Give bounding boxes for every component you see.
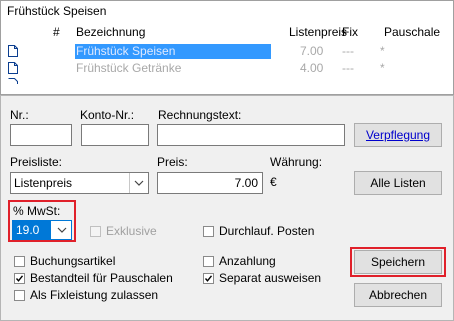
anzahlung-checkbox[interactable]	[203, 256, 214, 267]
row-price: 7.00	[300, 44, 324, 58]
checkmark-icon	[15, 275, 24, 282]
dropdown-button[interactable]	[53, 221, 71, 239]
currency-symbol: €	[270, 175, 277, 189]
row-fix: ---	[342, 61, 354, 75]
list-title: Frühstück Speisen	[7, 4, 107, 18]
row-fix: ---	[342, 44, 354, 58]
durchlauf-label: Durchlauf. Posten	[219, 224, 315, 238]
bestandteil-checkbox[interactable]	[14, 273, 25, 284]
chevron-down-icon	[57, 227, 67, 233]
buchungsartikel-label: Buchungsartikel	[30, 254, 116, 268]
row-pauschale: *	[380, 61, 385, 75]
konto-label: Konto-Nr.:	[80, 108, 135, 122]
mwst-label: % MwSt:	[13, 204, 61, 218]
column-header-pauschale[interactable]: Pauschale	[384, 25, 440, 39]
document-icon	[8, 45, 18, 57]
column-header-listenpreis[interactable]: Listenpreis	[289, 25, 347, 39]
rechnungstext-label: Rechnungstext:	[158, 108, 242, 122]
rechnungstext-field[interactable]	[157, 124, 345, 146]
exklusive-label: Exklusive	[106, 224, 157, 238]
row-pauschale: *	[380, 44, 385, 58]
row-name: Frühstück Getränke	[76, 61, 182, 75]
preis-field[interactable]: 7.00	[157, 172, 263, 194]
verpflegung-button[interactable]: Verpflegung	[354, 123, 442, 147]
column-header-fix[interactable]: Fix	[342, 25, 358, 39]
document-icon	[8, 78, 18, 84]
mwst-select[interactable]: 19.0	[12, 220, 72, 240]
list-row[interactable]: Frühstück Getränke 4.00 --- *	[7, 61, 437, 76]
mwst-value: 19.0	[13, 221, 51, 239]
separat-checkbox[interactable]	[203, 273, 214, 284]
fixleistung-checkbox[interactable]	[14, 290, 25, 301]
checkmark-icon	[204, 275, 213, 282]
row-name-selected: Frühstück Speisen	[75, 44, 271, 59]
list-scrollbar[interactable]	[439, 43, 451, 93]
anzahlung-label: Anzahlung	[219, 254, 276, 268]
abbrechen-button[interactable]: Abbrechen	[354, 283, 442, 307]
verpflegung-label: Verpflegung	[365, 128, 431, 142]
buchungsartikel-checkbox[interactable]	[14, 256, 25, 267]
preis-value: 7.00	[234, 176, 258, 190]
row-price: 4.00	[300, 61, 324, 75]
waehrung-label: Währung:	[270, 155, 323, 169]
column-header-number[interactable]: #	[53, 25, 60, 39]
preisliste-label: Preisliste:	[10, 155, 63, 169]
preis-label: Preis:	[157, 155, 188, 169]
separat-label: Separat ausweisen	[219, 271, 322, 285]
nr-field[interactable]	[10, 124, 72, 146]
alle-listen-button[interactable]: Alle Listen	[354, 171, 442, 195]
konto-field[interactable]	[81, 124, 149, 146]
document-icon	[8, 62, 18, 74]
bestandteil-label: Bestandteil für Pauschalen	[30, 271, 173, 285]
preisliste-value: Listenpreis	[14, 176, 73, 190]
speichern-button[interactable]: Speichern	[354, 250, 442, 274]
column-header-bezeichnung[interactable]: Bezeichnung	[76, 25, 145, 39]
durchlauf-checkbox[interactable]	[203, 226, 214, 237]
article-list: Frühstück Speisen # Bezeichnung Listenpr…	[0, 0, 454, 95]
list-row[interactable]: Frühstück Speisen 7.00 --- *	[7, 44, 437, 59]
fixleistung-label: Als Fixleistung zulassen	[30, 288, 159, 302]
chevron-down-icon	[134, 180, 144, 186]
exklusive-checkbox[interactable]	[90, 226, 101, 237]
dropdown-button[interactable]	[129, 173, 148, 193]
nr-label: Nr.:	[10, 108, 29, 122]
preisliste-select[interactable]: Listenpreis	[10, 172, 149, 194]
